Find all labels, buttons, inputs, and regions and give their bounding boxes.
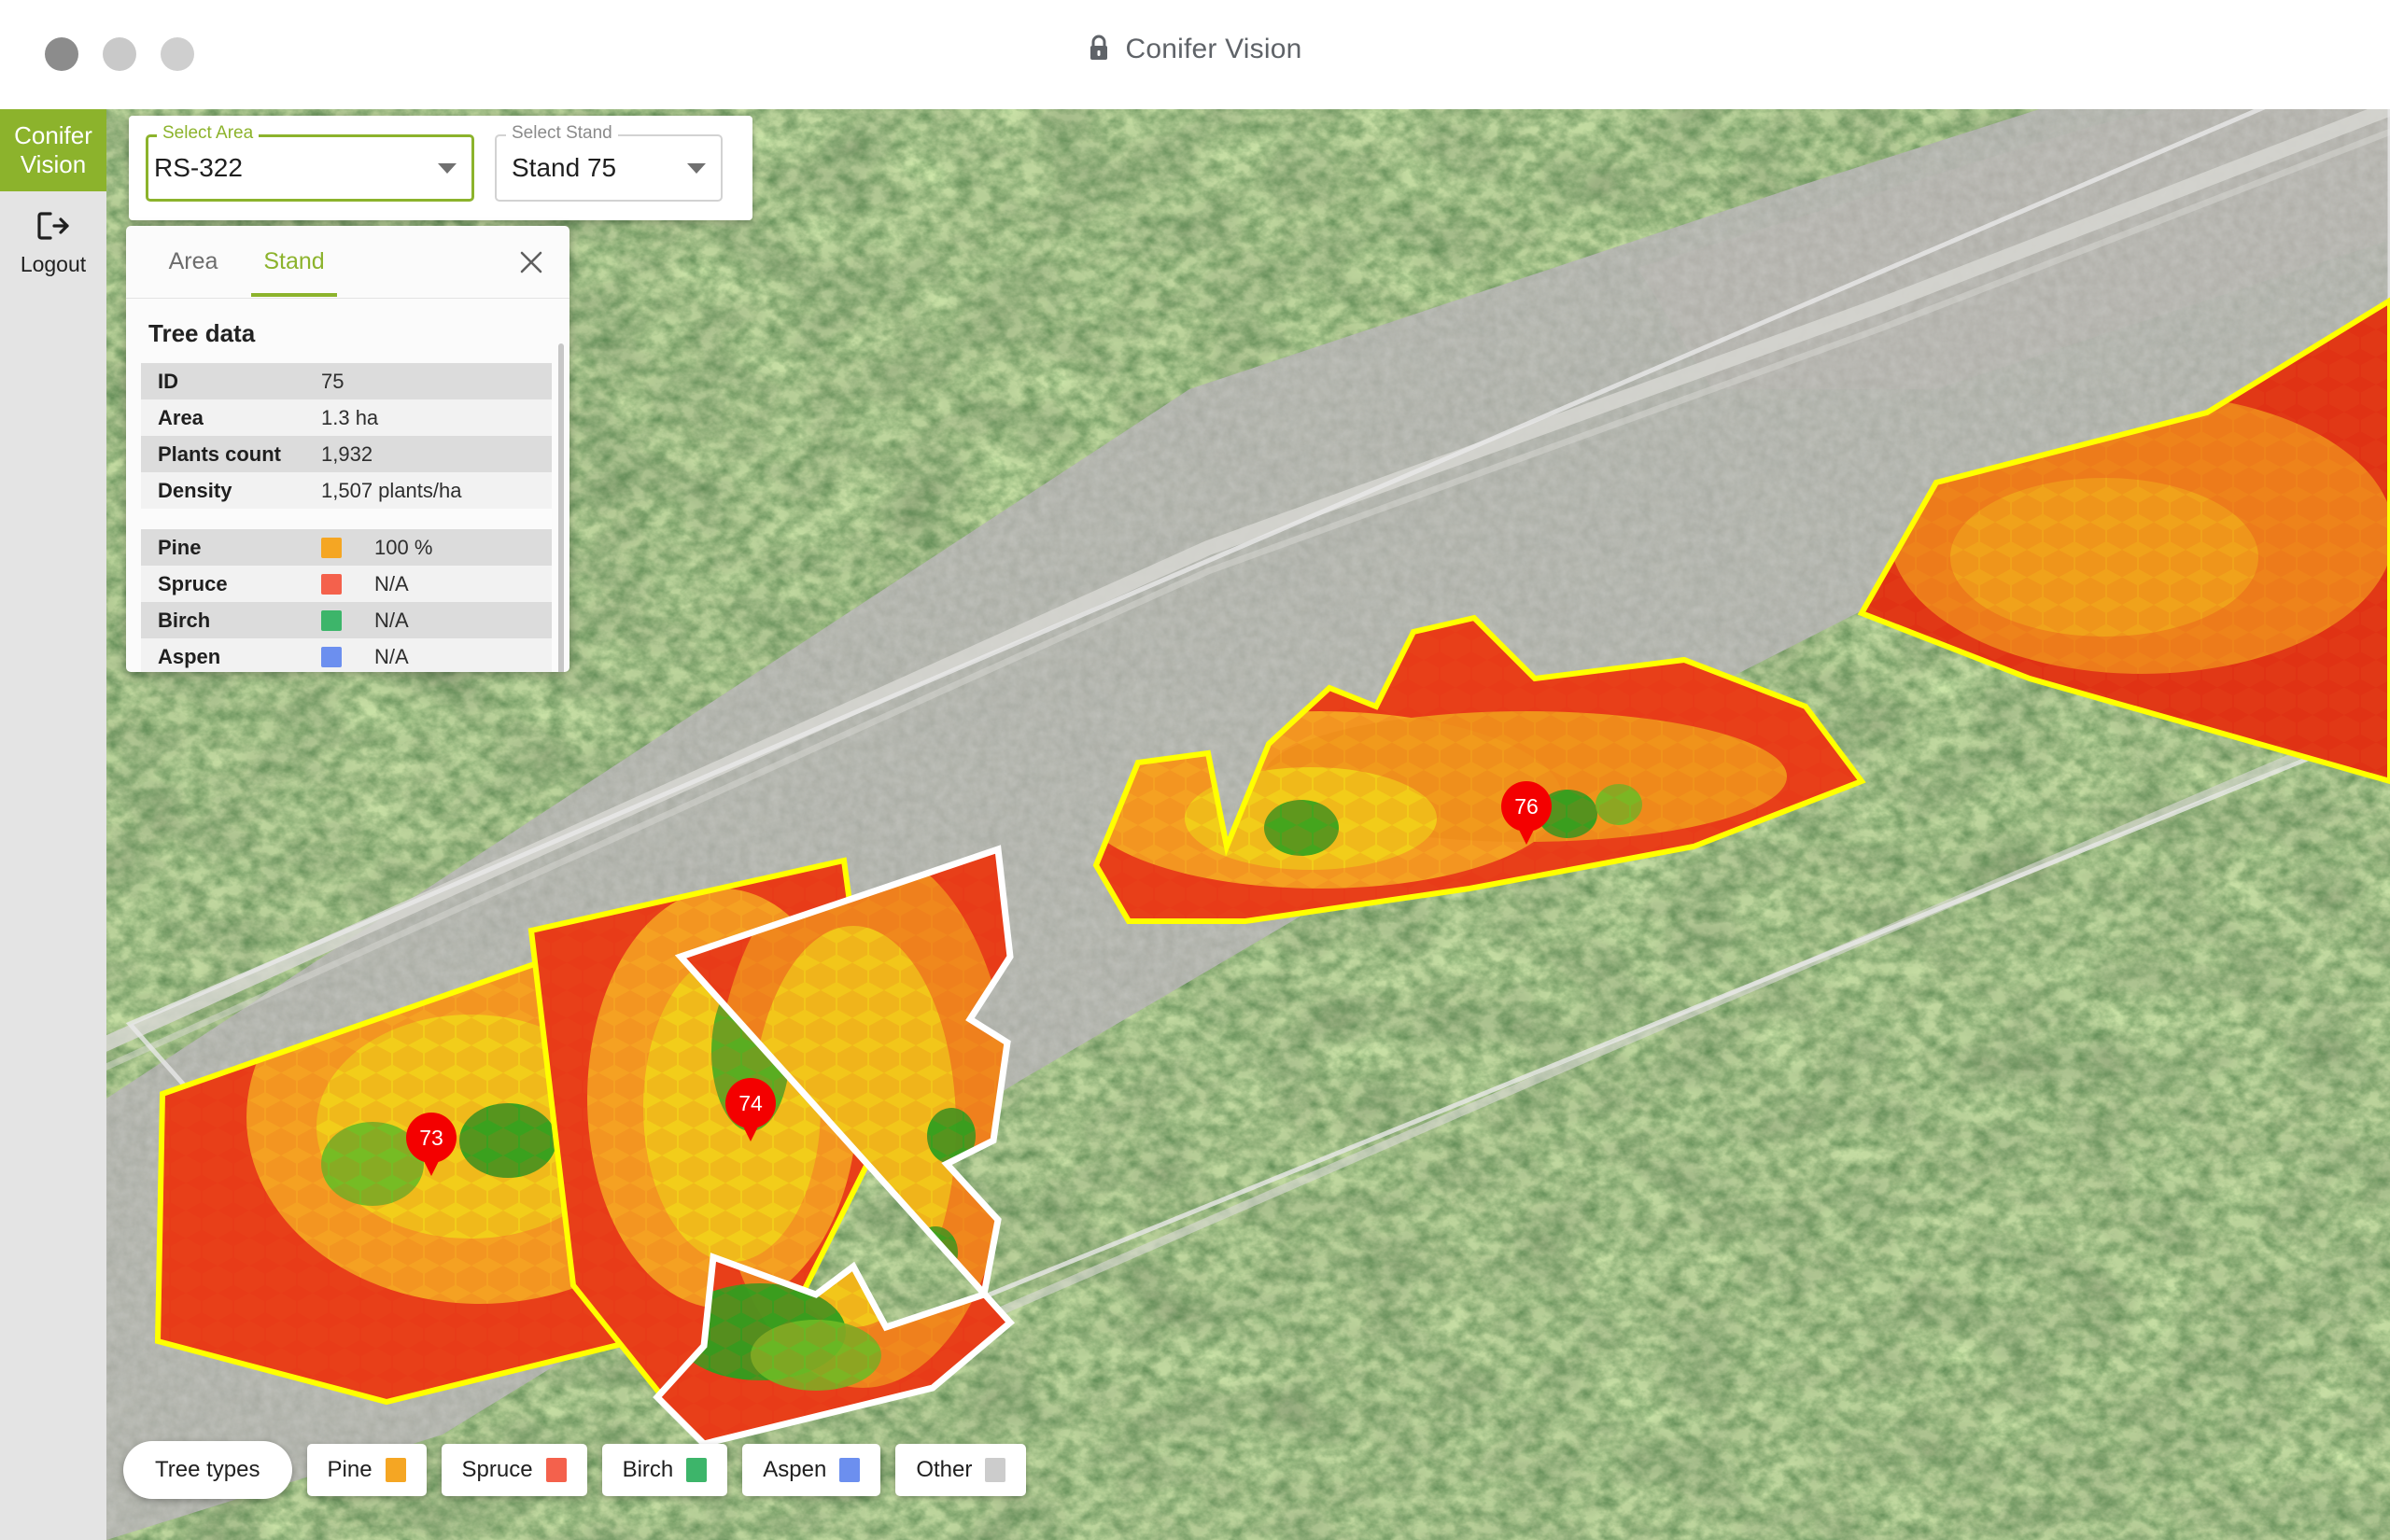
panel-tablist: Area Stand [126, 226, 569, 299]
table-divider [126, 509, 569, 529]
color-swatch-icon [321, 610, 342, 631]
species-value: N/A [374, 645, 409, 669]
species-value: N/A [374, 609, 409, 633]
tab-area[interactable]: Area [143, 226, 244, 297]
species-color-swatch [321, 647, 374, 667]
species-name: Aspen [158, 645, 321, 669]
species-value: N/A [374, 572, 409, 596]
table-row: Birch N/A [141, 602, 552, 638]
sidebar: Conifer Vision Logout [0, 109, 106, 1540]
table-row: Aspen N/A [141, 638, 552, 672]
table-row: Plants count1,932 [141, 436, 552, 472]
select-stand-value: Stand 75 [512, 153, 678, 183]
brand-line-1: Conifer [14, 121, 92, 150]
select-stand-dropdown[interactable]: Select Stand Stand 75 [495, 134, 723, 202]
color-swatch-icon [321, 538, 342, 558]
metric-key: Plants count [158, 442, 321, 467]
color-swatch-icon [985, 1458, 1005, 1482]
chevron-down-icon[interactable] [687, 163, 706, 174]
tree-species-table: Pine 100 % Spruce N/A Birch N/A Aspen N/A [141, 529, 552, 672]
tree-types-label: Tree types [155, 1457, 260, 1483]
tab-area-label: Area [169, 248, 218, 275]
selection-toolbar: Select Area RS-322 Select Stand Stand 75 [129, 116, 752, 220]
table-row: Density1,507 plants/ha [141, 472, 552, 509]
metric-key: Density [158, 479, 321, 503]
tab-stand-label: Stand [263, 248, 324, 275]
legend-chip-pine[interactable]: Pine [307, 1444, 427, 1496]
legend-chip-label: Aspen [763, 1457, 826, 1483]
map-marker-74[interactable]: 74 [725, 1078, 776, 1143]
panel-heading: Tree data [126, 299, 569, 363]
table-row: Spruce N/A [141, 566, 552, 602]
tree-types-legend: Tree types Pine Spruce Birch Aspen Other [123, 1441, 1026, 1499]
window-title-text: Conifer Vision [1125, 34, 1301, 65]
color-swatch-icon [321, 647, 342, 667]
metric-value: 75 [321, 370, 344, 394]
app-brand: Conifer Vision [0, 109, 106, 191]
chevron-down-icon[interactable] [438, 163, 457, 174]
panel-body: Tree data ID75Area1.3 haPlants count1,93… [126, 299, 569, 672]
tree-types-button[interactable]: Tree types [123, 1441, 292, 1499]
species-value: 100 % [374, 536, 432, 560]
species-color-swatch [321, 574, 374, 595]
metric-value: 1,932 [321, 442, 373, 467]
legend-chip-label: Other [916, 1457, 972, 1483]
select-area-value: RS-322 [154, 153, 429, 183]
brand-line-2: Vision [21, 150, 86, 179]
logout-label: Logout [21, 252, 86, 277]
species-name: Spruce [158, 572, 321, 596]
window-title: Conifer Vision [0, 34, 2390, 65]
table-row: Area1.3 ha [141, 399, 552, 436]
marker-label: 74 [725, 1078, 776, 1128]
map-marker-73[interactable]: 73 [406, 1113, 457, 1178]
color-swatch-icon [321, 574, 342, 595]
close-icon[interactable] [510, 241, 553, 284]
logout-icon [37, 212, 69, 245]
color-swatch-icon [386, 1458, 406, 1482]
species-name: Birch [158, 609, 321, 633]
legend-chip-label: Spruce [462, 1457, 533, 1483]
legend-chip-label: Birch [623, 1457, 674, 1483]
map-marker-76[interactable]: 76 [1501, 781, 1552, 847]
metric-key: Area [158, 406, 321, 430]
table-row: Pine 100 % [141, 529, 552, 566]
legend-chip-aspen[interactable]: Aspen [742, 1444, 880, 1496]
marker-label: 73 [406, 1113, 457, 1163]
legend-chip-spruce[interactable]: Spruce [442, 1444, 587, 1496]
logout-button[interactable]: Logout [0, 191, 106, 277]
marker-label: 76 [1501, 781, 1552, 832]
species-color-swatch [321, 538, 374, 558]
select-area-dropdown[interactable]: Select Area RS-322 [146, 134, 474, 202]
legend-chip-birch[interactable]: Birch [602, 1444, 728, 1496]
select-stand-label: Select Stand [506, 123, 618, 144]
panel-scrollbar[interactable] [558, 343, 564, 672]
species-name: Pine [158, 536, 321, 560]
tab-stand[interactable]: Stand [244, 226, 344, 297]
tree-data-metrics-table: ID75Area1.3 haPlants count1,932Density1,… [141, 363, 552, 509]
stand-info-panel: Area Stand Tree data ID75Area1.3 haPlant… [126, 226, 569, 672]
window-titlebar: Conifer Vision [0, 0, 2390, 109]
legend-chip-other[interactable]: Other [895, 1444, 1026, 1496]
legend-chip-group: Pine Spruce Birch Aspen Other [307, 1444, 1027, 1496]
legend-chip-label: Pine [328, 1457, 373, 1483]
metric-key: ID [158, 370, 321, 394]
table-row: ID75 [141, 363, 552, 399]
color-swatch-icon [839, 1458, 860, 1482]
metric-value: 1.3 ha [321, 406, 378, 430]
color-swatch-icon [546, 1458, 567, 1482]
lock-icon [1088, 35, 1110, 65]
metric-value: 1,507 plants/ha [321, 479, 461, 503]
select-area-label: Select Area [157, 123, 259, 144]
color-swatch-icon [686, 1458, 707, 1482]
species-color-swatch [321, 610, 374, 631]
